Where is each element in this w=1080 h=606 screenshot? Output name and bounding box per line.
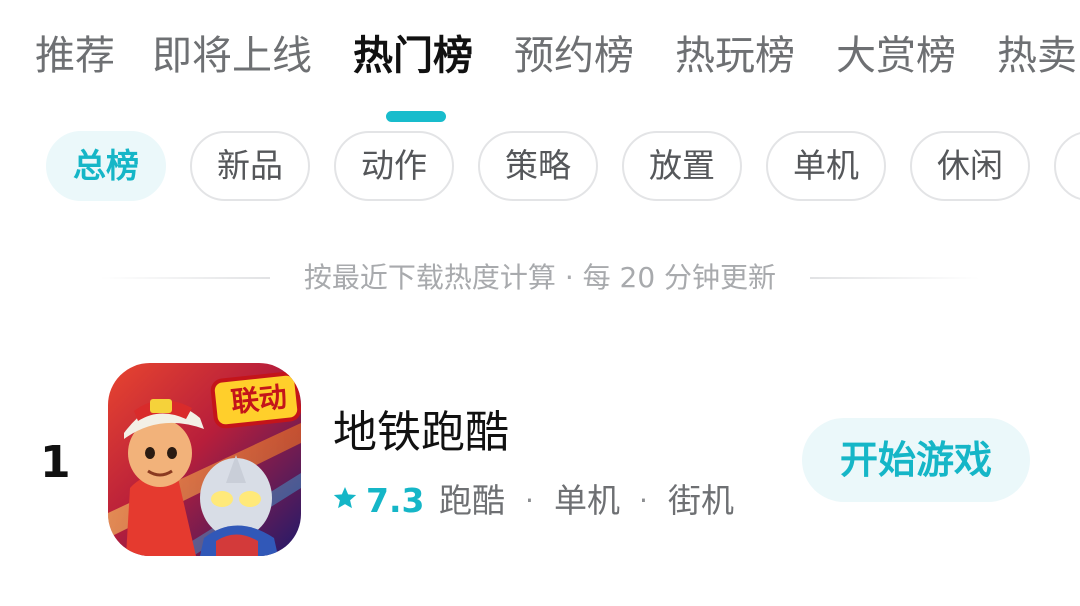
hot-ranking-page: 推荐 即将上线 热门榜 预约榜 热玩榜 大赏榜 热卖 总榜 新品 动作 策略 放… bbox=[0, 0, 1080, 606]
chip-strategy[interactable]: 策略 bbox=[478, 131, 598, 201]
tag-separator: · bbox=[639, 484, 648, 517]
divider-right bbox=[810, 277, 980, 279]
tab-hot-selling[interactable]: 热卖 bbox=[997, 28, 1077, 84]
tab-recommend[interactable]: 推荐 bbox=[35, 28, 115, 84]
tag-parkour: 跑酷 bbox=[439, 481, 505, 520]
tag-arcade: 街机 bbox=[668, 481, 734, 520]
tag-single-player: 单机 bbox=[554, 481, 620, 520]
ranking-update-note: 按最近下载热度计算 · 每 20 分钟更新 bbox=[100, 260, 980, 296]
active-tab-indicator bbox=[386, 111, 446, 122]
game-title[interactable]: 地铁跑酷 bbox=[333, 404, 509, 462]
chip-casual[interactable]: 休闲 bbox=[910, 131, 1030, 201]
chip-idle[interactable]: 放置 bbox=[622, 131, 742, 201]
chip-overall[interactable]: 总榜 bbox=[46, 131, 166, 201]
tab-reservation-ranking[interactable]: 预约榜 bbox=[514, 28, 634, 84]
rating-score: 7.3 bbox=[366, 481, 425, 520]
chip-more[interactable] bbox=[1054, 131, 1080, 201]
star-icon bbox=[333, 486, 357, 509]
tab-hot-play-ranking[interactable]: 热玩榜 bbox=[675, 28, 795, 84]
divider-left bbox=[100, 277, 270, 279]
ranking-note-text: 按最近下载热度计算 · 每 20 分钟更新 bbox=[303, 261, 777, 294]
category-tabs: 推荐 即将上线 热门榜 预约榜 热玩榜 大赏榜 热卖 bbox=[0, 28, 1080, 122]
chip-single-player[interactable]: 单机 bbox=[766, 131, 886, 201]
rank-number: 1 bbox=[40, 437, 71, 488]
tab-coming-soon[interactable]: 即将上线 bbox=[152, 28, 312, 84]
tab-hot-ranking[interactable]: 热门榜 bbox=[353, 28, 473, 84]
genre-filter-chips: 总榜 新品 动作 策略 放置 单机 休闲 bbox=[0, 131, 1080, 203]
start-game-button[interactable]: 开始游戏 bbox=[802, 418, 1030, 502]
chip-new[interactable]: 新品 bbox=[190, 131, 310, 201]
collab-badge-text: 联动 bbox=[229, 380, 289, 419]
subway-surfers-game-icon[interactable]: 联动 bbox=[108, 363, 301, 556]
tag-separator: · bbox=[525, 484, 534, 517]
tab-award-ranking[interactable]: 大赏榜 bbox=[836, 28, 956, 84]
chip-action[interactable]: 动作 bbox=[334, 131, 454, 201]
